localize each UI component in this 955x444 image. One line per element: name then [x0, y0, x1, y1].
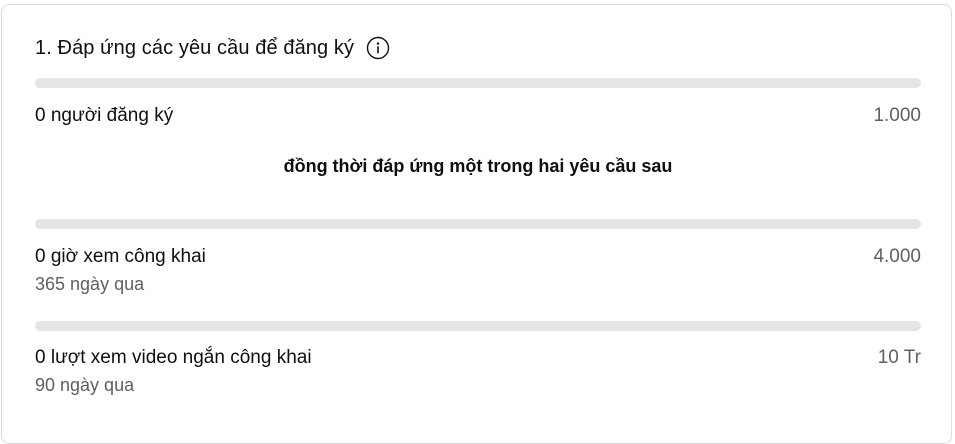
watch-hours-progress-bar	[35, 219, 921, 229]
section-title: 1. Đáp ứng các yêu cầu để đăng ký	[35, 36, 355, 59]
subscribers-label: 0 người đăng ký	[35, 105, 174, 126]
watch-hours-period: 365 ngày qua	[35, 274, 145, 294]
shorts-views-text: 0 lượt xem video ngắn công khai 90 ngày …	[35, 347, 312, 396]
subscribers-row: 0 người đăng ký 1.000	[35, 105, 921, 127]
shorts-views-row: 0 lượt xem video ngắn công khai 90 ngày …	[35, 347, 921, 396]
subscribers-target: 1.000	[873, 105, 921, 126]
shorts-views-label: 0 lượt xem video ngắn công khai	[35, 347, 312, 368]
section-header: 1. Đáp ứng các yêu cầu để đăng ký	[35, 36, 390, 60]
watch-hours-row: 0 giờ xem công khai 365 ngày qua 4.000	[35, 246, 921, 295]
requirement-note: đồng thời đáp ứng một trong hai yêu cầu …	[283, 156, 673, 176]
info-icon[interactable]	[366, 36, 390, 60]
shorts-views-period: 90 ngày qua	[35, 375, 135, 395]
watch-hours-target: 4.000	[873, 246, 921, 267]
shorts-views-target: 10 Tr	[877, 347, 921, 368]
watch-hours-label: 0 giờ xem công khai	[35, 246, 206, 267]
watch-hours-text: 0 giờ xem công khai 365 ngày qua	[35, 246, 206, 295]
shorts-views-progress-bar	[35, 321, 921, 331]
subscribers-progress-bar	[35, 78, 921, 88]
